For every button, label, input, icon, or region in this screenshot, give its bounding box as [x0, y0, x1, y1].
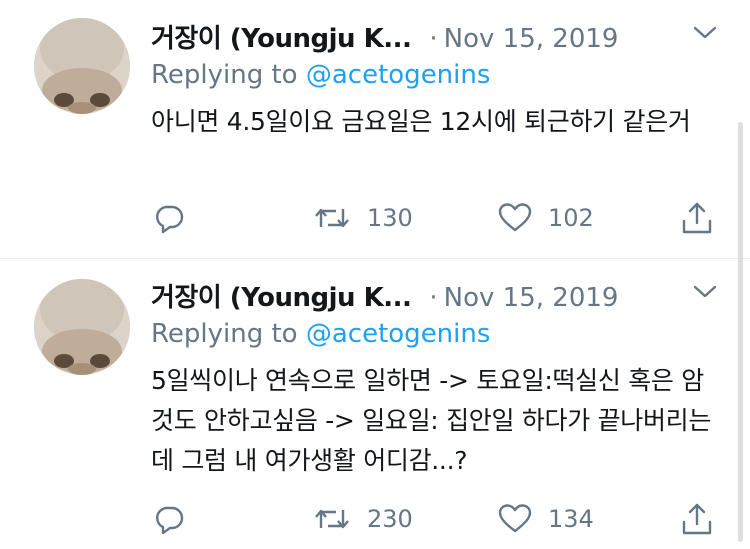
avatar[interactable]: [34, 279, 130, 375]
tweet[interactable]: 거장이 (Youngju K... · Nov 15, 2019 Replying …: [0, 259, 750, 549]
author-name[interactable]: 거장이 (Youngju K...: [151, 283, 412, 313]
like-button[interactable]: 102: [498, 196, 594, 240]
tweet-date[interactable]: Nov 15, 2019: [444, 283, 619, 313]
heart-icon: [498, 203, 532, 232]
replying-prefix: Replying to: [151, 60, 298, 90]
retweet-button[interactable]: 230: [313, 497, 413, 541]
reply-button[interactable]: [153, 196, 185, 240]
like-count: 134: [548, 505, 594, 533]
replying-handle-link[interactable]: @acetogenins: [306, 319, 491, 349]
reply-icon: [156, 506, 184, 535]
replying-handle-link[interactable]: @acetogenins: [306, 60, 491, 90]
tweet-text: 5일씩이나 연속으로 일하면 -> 토요일:떡실신 혹은 암것도 안하고싶음 -…: [151, 366, 712, 475]
reply-icon: [156, 205, 184, 234]
share-icon: [682, 503, 712, 535]
avatar-image: [34, 279, 130, 375]
separator: ·: [429, 283, 438, 313]
avatar-image: [34, 18, 130, 114]
retweet-count: 130: [367, 204, 413, 232]
replying-prefix: Replying to: [151, 319, 298, 349]
tweet-actions: 230 134: [0, 497, 750, 541]
separator: ·: [429, 24, 438, 54]
tweet-thread: 거장이 (Youngju K... · Nov 15, 2019 Replying …: [0, 0, 750, 549]
reply-button[interactable]: [153, 497, 185, 541]
avatar[interactable]: [34, 18, 130, 114]
chevron-down-icon[interactable]: [692, 24, 718, 42]
share-button[interactable]: [681, 497, 713, 541]
heart-icon: [498, 504, 532, 533]
share-button[interactable]: [681, 196, 713, 240]
scrollbar[interactable]: [738, 122, 743, 542]
share-icon: [682, 202, 712, 234]
tweet-header: 거장이 (Youngju K... · Nov 15, 2019: [151, 18, 618, 58]
tweet-date[interactable]: Nov 15, 2019: [444, 24, 619, 54]
retweet-icon: [315, 509, 349, 529]
author-name[interactable]: 거장이 (Youngju K...: [151, 24, 412, 54]
chevron-down-icon[interactable]: [692, 283, 718, 301]
tweet[interactable]: 거장이 (Youngju K... · Nov 15, 2019 Replying …: [0, 0, 750, 258]
replying-to: Replying to @acetogenins: [151, 60, 490, 90]
tweet-header: 거장이 (Youngju K... · Nov 15, 2019: [151, 277, 618, 317]
retweet-icon: [315, 208, 349, 228]
retweet-count: 230: [367, 505, 413, 533]
tweet-actions: 130 102: [0, 196, 750, 240]
tweet-text: 아니면 4.5일이요 금요일은 12시에 퇴근하기 같은거: [151, 107, 691, 136]
replying-to: Replying to @acetogenins: [151, 319, 490, 349]
retweet-button[interactable]: 130: [313, 196, 413, 240]
like-button[interactable]: 134: [498, 497, 594, 541]
like-count: 102: [548, 204, 594, 232]
